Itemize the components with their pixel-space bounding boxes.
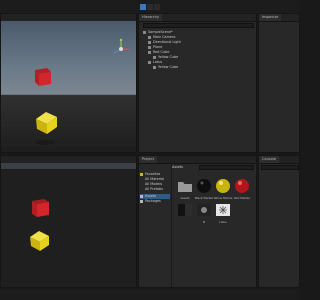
yellow-cube[interactable] — [33, 109, 61, 137]
asset-label: B — [203, 220, 205, 224]
material-sphere-icon — [235, 179, 249, 193]
folder-packages[interactable]: Packages — [140, 199, 161, 204]
folder-icon — [178, 182, 192, 192]
console-tabbar: Console — [259, 156, 299, 164]
hierarchy-item-yellow-cube-2[interactable]: Yellow Cube — [153, 65, 178, 70]
orientation-gizmo-icon[interactable] — [111, 38, 131, 60]
folder-icon — [140, 199, 143, 203]
scene-view[interactable] — [0, 13, 137, 153]
gameobject-icon — [148, 35, 151, 39]
tab-console[interactable]: Console — [259, 156, 279, 163]
play-button[interactable] — [140, 4, 146, 18]
gameobject-icon — [153, 55, 156, 59]
asset-folder[interactable] — [177, 178, 193, 194]
console-search-input[interactable] — [261, 165, 299, 170]
game-view[interactable] — [0, 155, 137, 288]
yellow-cube-shadow — [35, 140, 55, 145]
project-folder-tree: Favorites All Material All Models All Pr… — [139, 163, 172, 287]
lotus-icon — [216, 204, 230, 216]
model-icon — [197, 204, 211, 216]
asset-lotus[interactable] — [215, 202, 231, 218]
unity-scene-icon — [143, 30, 146, 34]
asset-black-marble[interactable] — [196, 178, 212, 194]
gameobject-icon — [148, 40, 151, 44]
asset-label: Lotus — [219, 220, 227, 224]
asset-label: Red Marble — [234, 196, 250, 200]
material-sphere-icon — [197, 179, 211, 193]
asset-label: Assets — [180, 196, 190, 200]
step-button[interactable] — [154, 4, 160, 18]
asset-label: Yellow Marble — [213, 196, 233, 200]
inspector-panel: Inspector — [258, 13, 300, 153]
hierarchy-panel: Hierarchy SampleScene* Main Camera Direc… — [138, 13, 257, 153]
tab-project[interactable]: Project — [139, 156, 157, 163]
tab-hierarchy[interactable]: Hierarchy — [139, 14, 162, 21]
asset-grid: Assets Black Marble Yellow Marble Red Ma… — [172, 156, 256, 287]
game-red-cube — [32, 199, 49, 217]
gameobject-icon — [148, 50, 151, 54]
asset-red-marble[interactable] — [234, 178, 250, 194]
star-icon — [140, 172, 143, 176]
asset-label: Black Marble — [194, 196, 213, 200]
hierarchy-search-input[interactable] — [143, 23, 254, 28]
folder-icon — [140, 194, 143, 198]
console-panel: Console — [258, 155, 300, 288]
asset-b[interactable] — [196, 202, 212, 218]
status-bar — [0, 289, 300, 300]
prefab-icon — [178, 204, 192, 216]
red-cube[interactable] — [31, 64, 55, 88]
project-panel: Project Favorites All Material All Model… — [138, 155, 257, 288]
asset-prefab[interactable] — [177, 202, 193, 218]
pause-button[interactable] — [147, 4, 153, 18]
material-sphere-icon — [216, 179, 230, 193]
hierarchy-tabbar: Hierarchy — [139, 14, 256, 22]
inspector-tabbar: Inspector — [259, 14, 299, 22]
game-yellow-cube — [30, 231, 49, 251]
gameobject-icon — [148, 45, 151, 49]
game-horizon — [1, 163, 136, 169]
main-toolbar — [0, 0, 300, 18]
tab-inspector[interactable]: Inspector — [259, 14, 282, 21]
asset-yellow-marble[interactable] — [215, 178, 231, 194]
gameobject-icon — [148, 60, 151, 64]
gameobject-icon — [153, 65, 156, 69]
favorite-item[interactable]: All Prefabs — [145, 187, 163, 192]
